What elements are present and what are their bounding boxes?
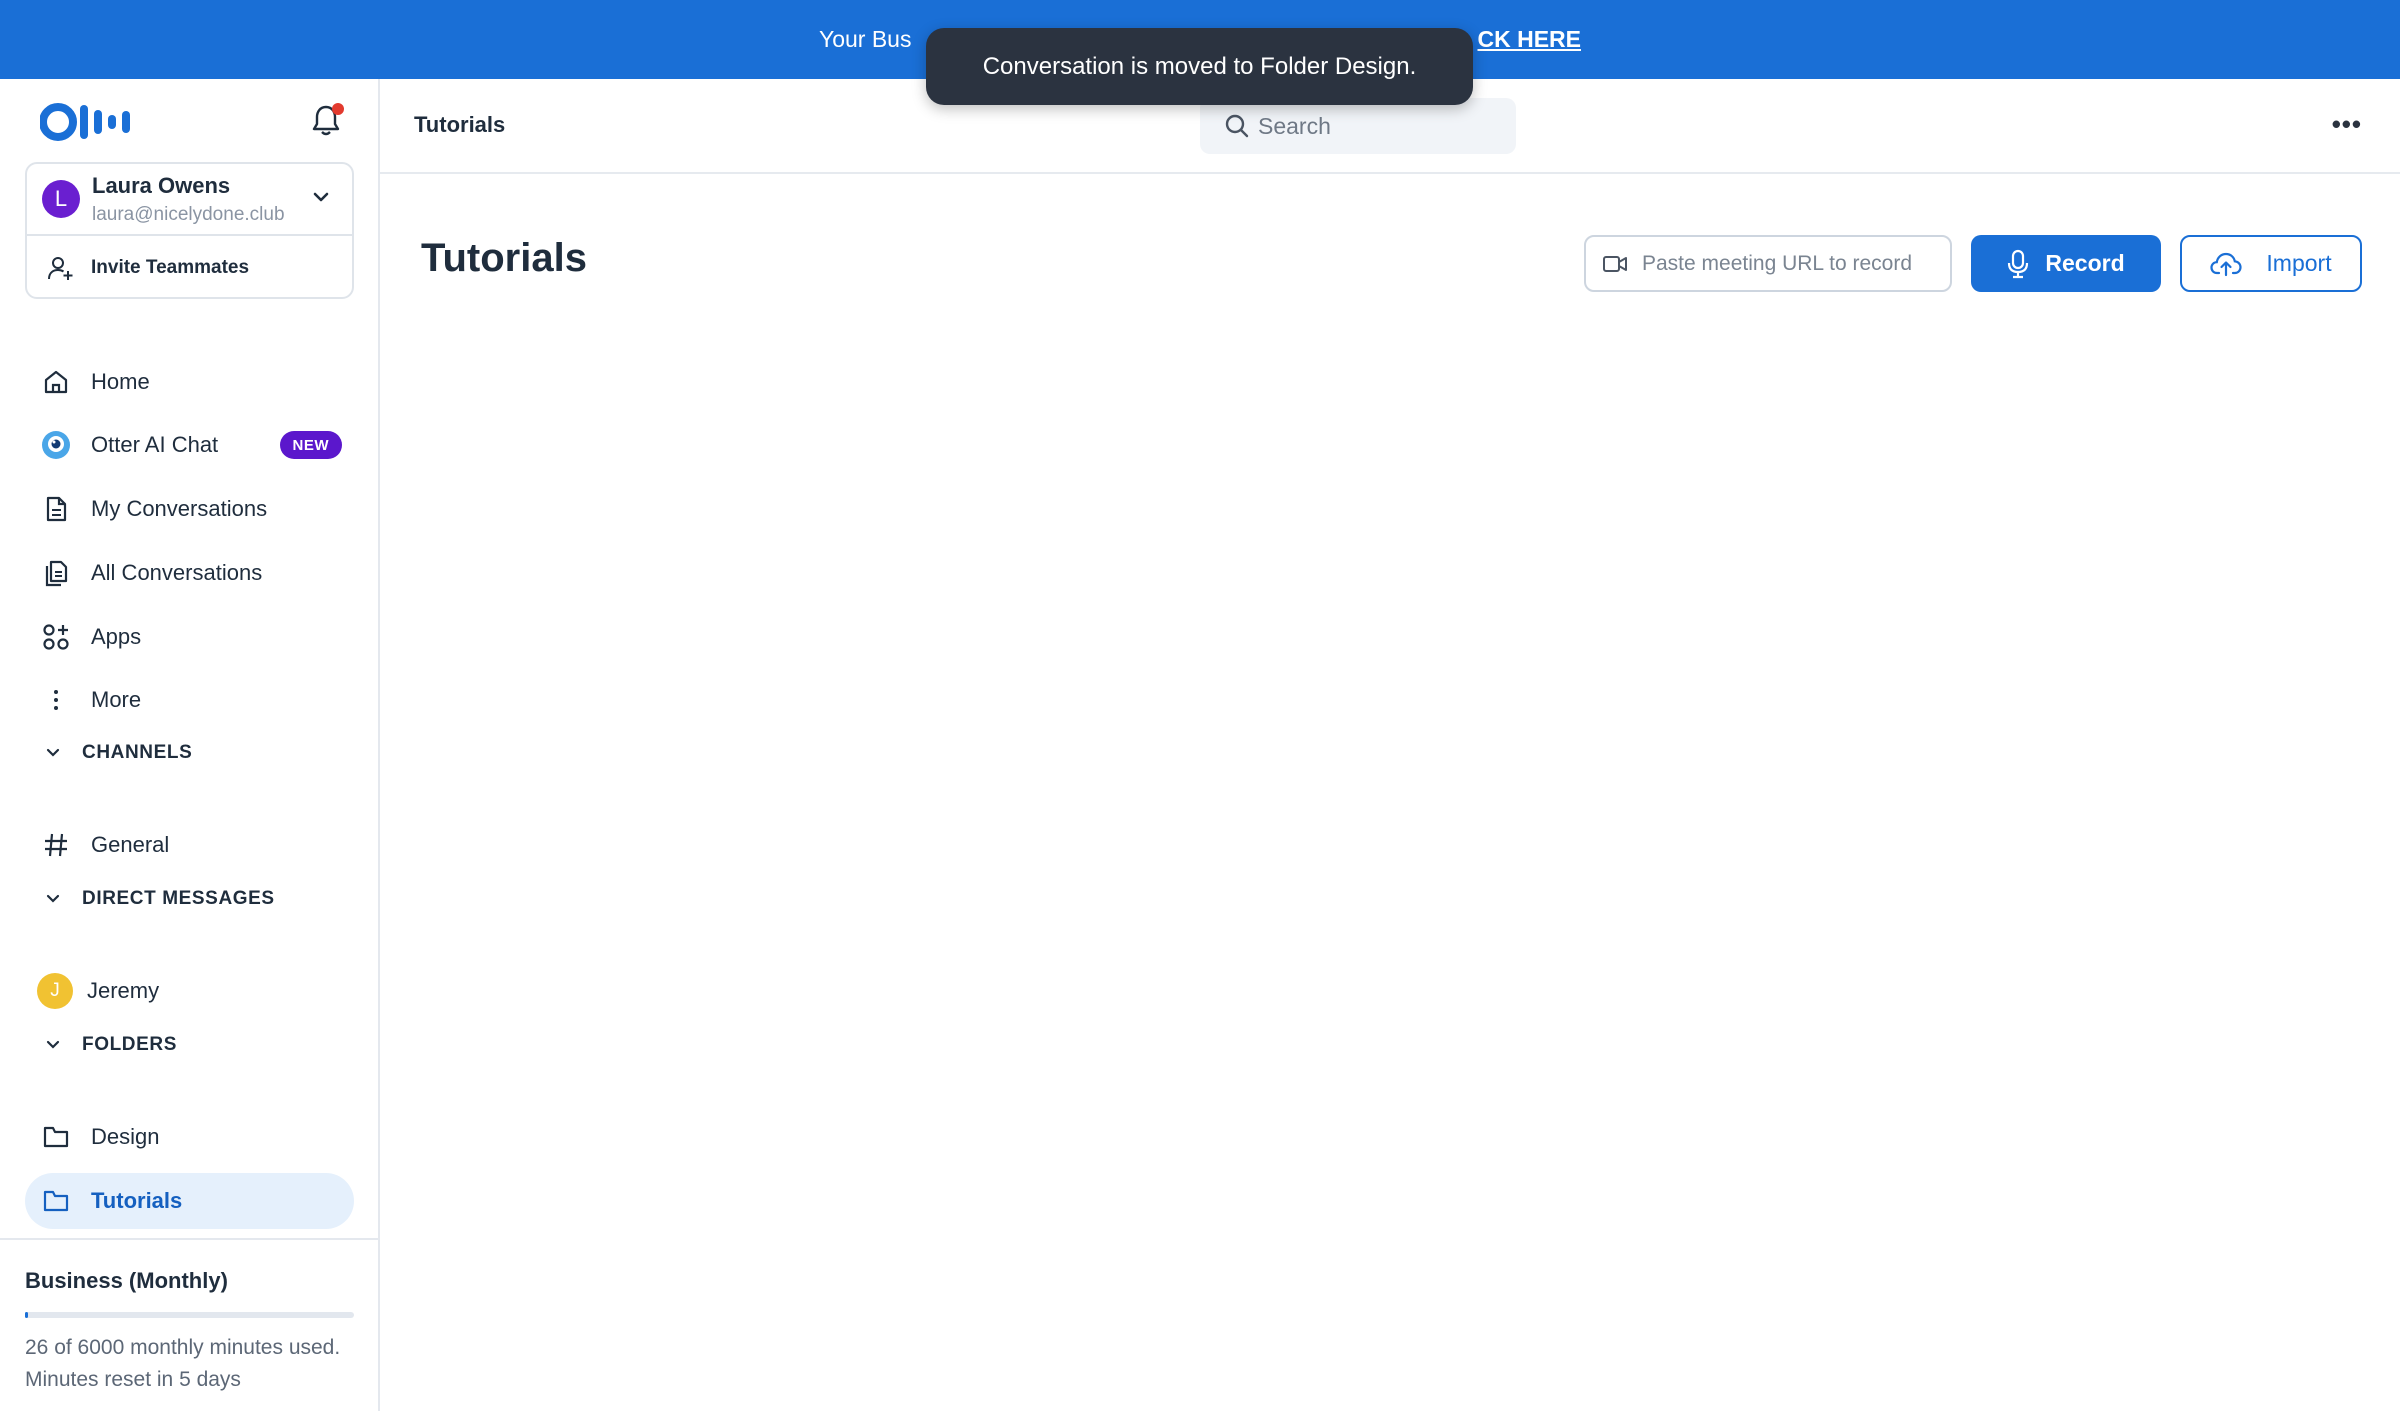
- folder-icon: [41, 1186, 71, 1216]
- chevron-down-icon: [46, 894, 60, 903]
- banner-link[interactable]: CK HERE: [1477, 26, 1581, 53]
- new-badge: NEW: [279, 431, 342, 459]
- avatar: L: [42, 180, 80, 218]
- toast-message: Conversation is moved to Folder Design.: [982, 52, 1417, 80]
- channel-general[interactable]: General: [25, 817, 354, 873]
- search-input[interactable]: Search: [1258, 113, 1331, 140]
- invite-label: Invite Teammates: [91, 256, 250, 278]
- documents-icon: [41, 558, 71, 588]
- invite-teammates-button[interactable]: Invite Teammates: [27, 236, 352, 299]
- document-icon: [41, 494, 71, 524]
- nav-more[interactable]: More: [25, 672, 354, 728]
- usage-progress-bar: [25, 1312, 354, 1318]
- sidebar: L Laura Owens laura@nicelydone.club Invi…: [0, 79, 380, 1411]
- direct-messages-heading: DIRECT MESSAGES: [82, 888, 275, 909]
- more-options-button[interactable]: •••: [2332, 109, 2362, 140]
- nav-all-conversations[interactable]: All Conversations: [25, 545, 354, 601]
- horizontal-dots-icon: •••: [2331, 109, 2362, 139]
- folders-heading: FOLDERS: [82, 1034, 177, 1055]
- notifications-button[interactable]: [310, 103, 346, 139]
- direct-messages-section-toggle[interactable]: DIRECT MESSAGES: [25, 879, 275, 919]
- dm-jeremy-label: Jeremy: [87, 978, 160, 1003]
- meeting-url-input[interactable]: [1642, 251, 1932, 276]
- record-label: Record: [2045, 250, 2125, 276]
- breadcrumb: Tutorials: [414, 112, 506, 137]
- chevron-down-icon: [46, 748, 60, 757]
- nav-home[interactable]: Home: [25, 354, 354, 410]
- account-card: L Laura Owens laura@nicelydone.club Invi…: [25, 162, 354, 299]
- hash-icon: [41, 830, 71, 860]
- nav-otter-ai-chat[interactable]: Otter AI Chat NEW: [25, 417, 354, 473]
- nav-more-label: More: [91, 687, 142, 712]
- avatar: J: [37, 973, 73, 1009]
- chevron-down-icon: [313, 192, 329, 202]
- cloud-upload-icon: [2210, 252, 2243, 276]
- page-title: Tutorials: [421, 236, 587, 280]
- otter-logo-icon: [40, 103, 130, 141]
- plan-usage: Business (Monthly) 26 of 6000 monthly mi…: [0, 1238, 378, 1411]
- folder-tutorials-label: Tutorials: [91, 1188, 183, 1213]
- folders-section-toggle[interactable]: FOLDERS: [25, 1025, 177, 1065]
- channels-section-toggle[interactable]: CHANNELS: [25, 733, 192, 773]
- nav-my-conversations[interactable]: My Conversations: [25, 481, 354, 537]
- otter-logo[interactable]: [40, 101, 134, 143]
- apps-icon: [41, 622, 71, 652]
- nav-my-conversations-label: My Conversations: [91, 496, 268, 521]
- channel-general-label: General: [91, 832, 170, 857]
- account-switcher[interactable]: L Laura Owens laura@nicelydone.club: [27, 164, 352, 236]
- nav-otter-ai-chat-label: Otter AI Chat: [91, 432, 219, 457]
- folder-design[interactable]: Design: [25, 1109, 354, 1165]
- home-icon: [41, 367, 71, 397]
- banner-text: Your Bus: [818, 26, 912, 52]
- account-email: laura@nicelydone.club: [92, 204, 285, 225]
- video-camera-icon: [1603, 255, 1627, 272]
- import-label: Import: [2266, 250, 2332, 276]
- usage-progress-fill: [25, 1312, 29, 1318]
- import-button[interactable]: Import: [2180, 235, 2362, 292]
- nav-all-conversations-label: All Conversations: [91, 560, 263, 585]
- microphone-icon: [2008, 249, 2029, 278]
- folder-icon: [41, 1122, 71, 1152]
- nav-apps-label: Apps: [91, 624, 142, 649]
- dm-jeremy[interactable]: J Jeremy: [25, 963, 354, 1019]
- folder-tutorials[interactable]: Tutorials: [25, 1173, 354, 1229]
- plan-title: Business (Monthly): [25, 1268, 228, 1293]
- search-box[interactable]: Search: [1200, 98, 1516, 154]
- add-user-icon: [48, 256, 73, 280]
- notification-dot: [332, 103, 344, 115]
- channels-heading: CHANNELS: [82, 742, 193, 763]
- nav-home-label: Home: [91, 369, 150, 394]
- record-button[interactable]: Record: [1971, 235, 2161, 292]
- toast-notification: Conversation is moved to Folder Design.: [926, 28, 1473, 105]
- chevron-down-icon: [46, 1040, 60, 1049]
- otter-chat-icon: [41, 430, 71, 460]
- vertical-dots-icon: [41, 685, 71, 715]
- nav-apps[interactable]: Apps: [25, 609, 354, 665]
- account-name: Laura Owens: [92, 173, 231, 198]
- search-icon: [1225, 114, 1249, 138]
- avatar-letter: J: [37, 973, 73, 1009]
- folder-design-label: Design: [91, 1124, 160, 1149]
- meeting-url-field[interactable]: [1584, 235, 1952, 292]
- usage-text: 26 of 6000 monthly minutes used. Minutes…: [25, 1336, 341, 1391]
